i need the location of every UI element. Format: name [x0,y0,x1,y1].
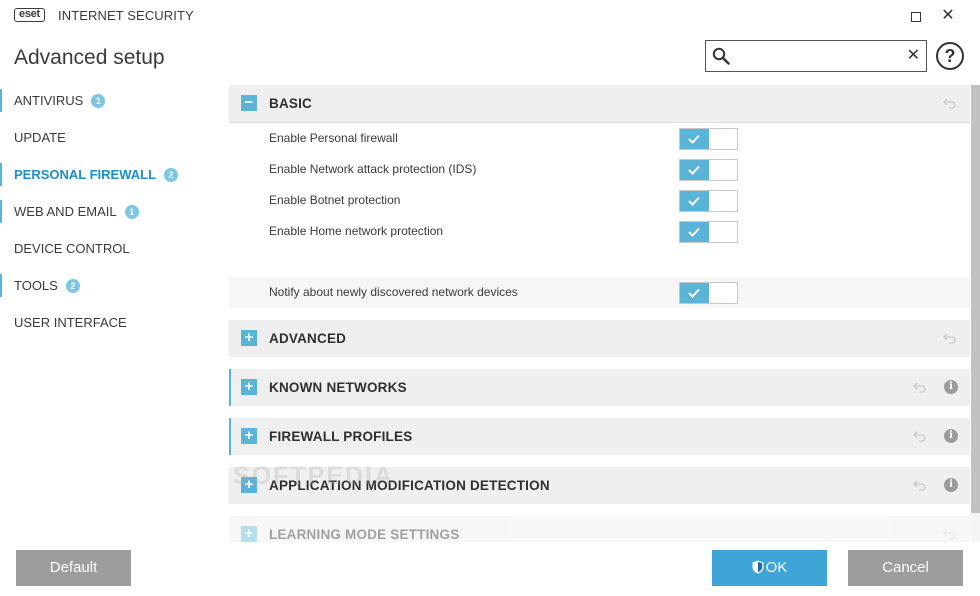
info-icon[interactable]: i [944,478,958,492]
sidebar-item-label: PERSONAL FIREWALL [14,167,157,182]
section-title: FIREWALL PROFILES [269,429,413,444]
section-title: LEARNING MODE SETTINGS [269,527,460,542]
sidebar-item-label: USER INTERFACE [14,315,127,330]
default-button[interactable]: Default [16,550,131,586]
section-title: BASIC [269,96,313,111]
setting-label: Enable Personal firewall [269,131,398,145]
sidebar-item-label: DEVICE CONTROL [14,241,130,256]
setting-row: Enable Home network protection [229,216,970,247]
checkmark-icon [688,227,700,237]
section-title: KNOWN NETWORKS [269,380,407,395]
revert-icon[interactable] [943,528,957,540]
setting-row: Enable Botnet protection [229,185,970,216]
checkmark-icon [688,134,700,144]
watermark: SOFTPEDIA [233,462,395,490]
sidebar-item-label: WEB AND EMAIL [14,204,117,219]
setting-label: Enable Botnet protection [269,193,401,207]
sidebar-item-label: ANTIVIRUS [14,93,84,108]
sidebar-item-web-and-email[interactable]: WEB AND EMAIL 1 [0,193,215,230]
close-icon[interactable]: ✕ [938,6,958,26]
setting-label: Enable Home network protection [269,224,444,238]
scrollbar-thumb[interactable] [971,85,980,513]
maximize-icon[interactable] [906,6,926,26]
count-badge: 1 [91,94,106,108]
checkmark-icon [688,288,700,298]
revert-icon[interactable] [913,381,927,393]
revert-icon[interactable] [943,332,957,344]
page-title: Advanced setup [14,46,165,69]
cancel-button[interactable]: Cancel [848,550,963,586]
count-badge: 2 [164,168,179,182]
expand-icon[interactable]: + [241,379,257,395]
checkmark-icon [688,165,700,175]
scrollbar[interactable] [971,85,980,542]
info-icon[interactable]: i [944,429,958,443]
info-icon[interactable]: i [944,380,958,394]
sidebar-item-device-control[interactable]: DEVICE CONTROL [0,230,215,267]
section-learning-mode-settings[interactable]: + LEARNING MODE SETTINGS [229,516,970,542]
title-bar: eset INTERNET SECURITY ✕ [0,0,980,30]
clear-search-icon[interactable]: ✕ [907,45,920,67]
setting-row: Enable Network attack protection (IDS) [229,154,970,185]
section-basic[interactable]: − BASIC [229,85,970,122]
setting-label: Notify about newly discovered network de… [269,285,518,299]
footer: Default OK Cancel [0,542,980,596]
product-name: INTERNET SECURITY [58,8,194,23]
expand-icon[interactable]: + [241,428,257,444]
help-icon[interactable]: ? [936,42,964,70]
eset-logo: eset [14,8,45,22]
section-advanced[interactable]: + ADVANCED [229,320,970,357]
ok-button[interactable]: OK [712,550,827,586]
sidebar-item-label: UPDATE [14,130,66,145]
setting-row: Enable Personal firewall [229,123,970,154]
revert-icon[interactable] [943,97,957,109]
sidebar-item-label: TOOLS [14,278,58,293]
search-input[interactable] [736,45,896,67]
toggle-switch[interactable] [679,190,738,212]
shield-icon [752,560,764,574]
search-icon [712,47,730,65]
count-badge: 2 [65,279,80,293]
ok-button-label: OK [765,559,788,576]
count-badge: 1 [124,205,139,219]
sidebar-nav: ANTIVIRUS 1 UPDATE PERSONAL FIREWALL 2 WEB… [0,82,215,341]
sidebar-item-update[interactable]: UPDATE [0,119,215,156]
revert-icon[interactable] [913,430,927,442]
sidebar-item-user-interface[interactable]: USER INTERFACE [0,304,215,341]
section-known-networks[interactable]: + KNOWN NETWORKS i [229,369,970,406]
setting-row: Notify about newly discovered network de… [229,277,970,308]
collapse-icon[interactable]: − [241,95,257,111]
expand-icon[interactable]: + [241,526,257,542]
revert-icon[interactable] [913,479,927,491]
section-title: ADVANCED [269,331,347,346]
toggle-switch[interactable] [679,159,738,181]
setting-label: Enable Network attack protection (IDS) [269,162,477,176]
sidebar-item-personal-firewall[interactable]: PERSONAL FIREWALL 2 [0,156,215,193]
toggle-switch[interactable] [679,128,738,150]
section-firewall-profiles[interactable]: + FIREWALL PROFILES i [229,418,970,455]
sidebar-item-tools[interactable]: TOOLS 2 [0,267,215,304]
toggle-switch[interactable] [679,282,738,304]
checkmark-icon [688,196,700,206]
sidebar-item-antivirus[interactable]: ANTIVIRUS 1 [0,82,215,119]
toggle-switch[interactable] [679,221,738,243]
expand-icon[interactable]: + [241,330,257,346]
search-box[interactable]: ✕ [705,40,927,72]
